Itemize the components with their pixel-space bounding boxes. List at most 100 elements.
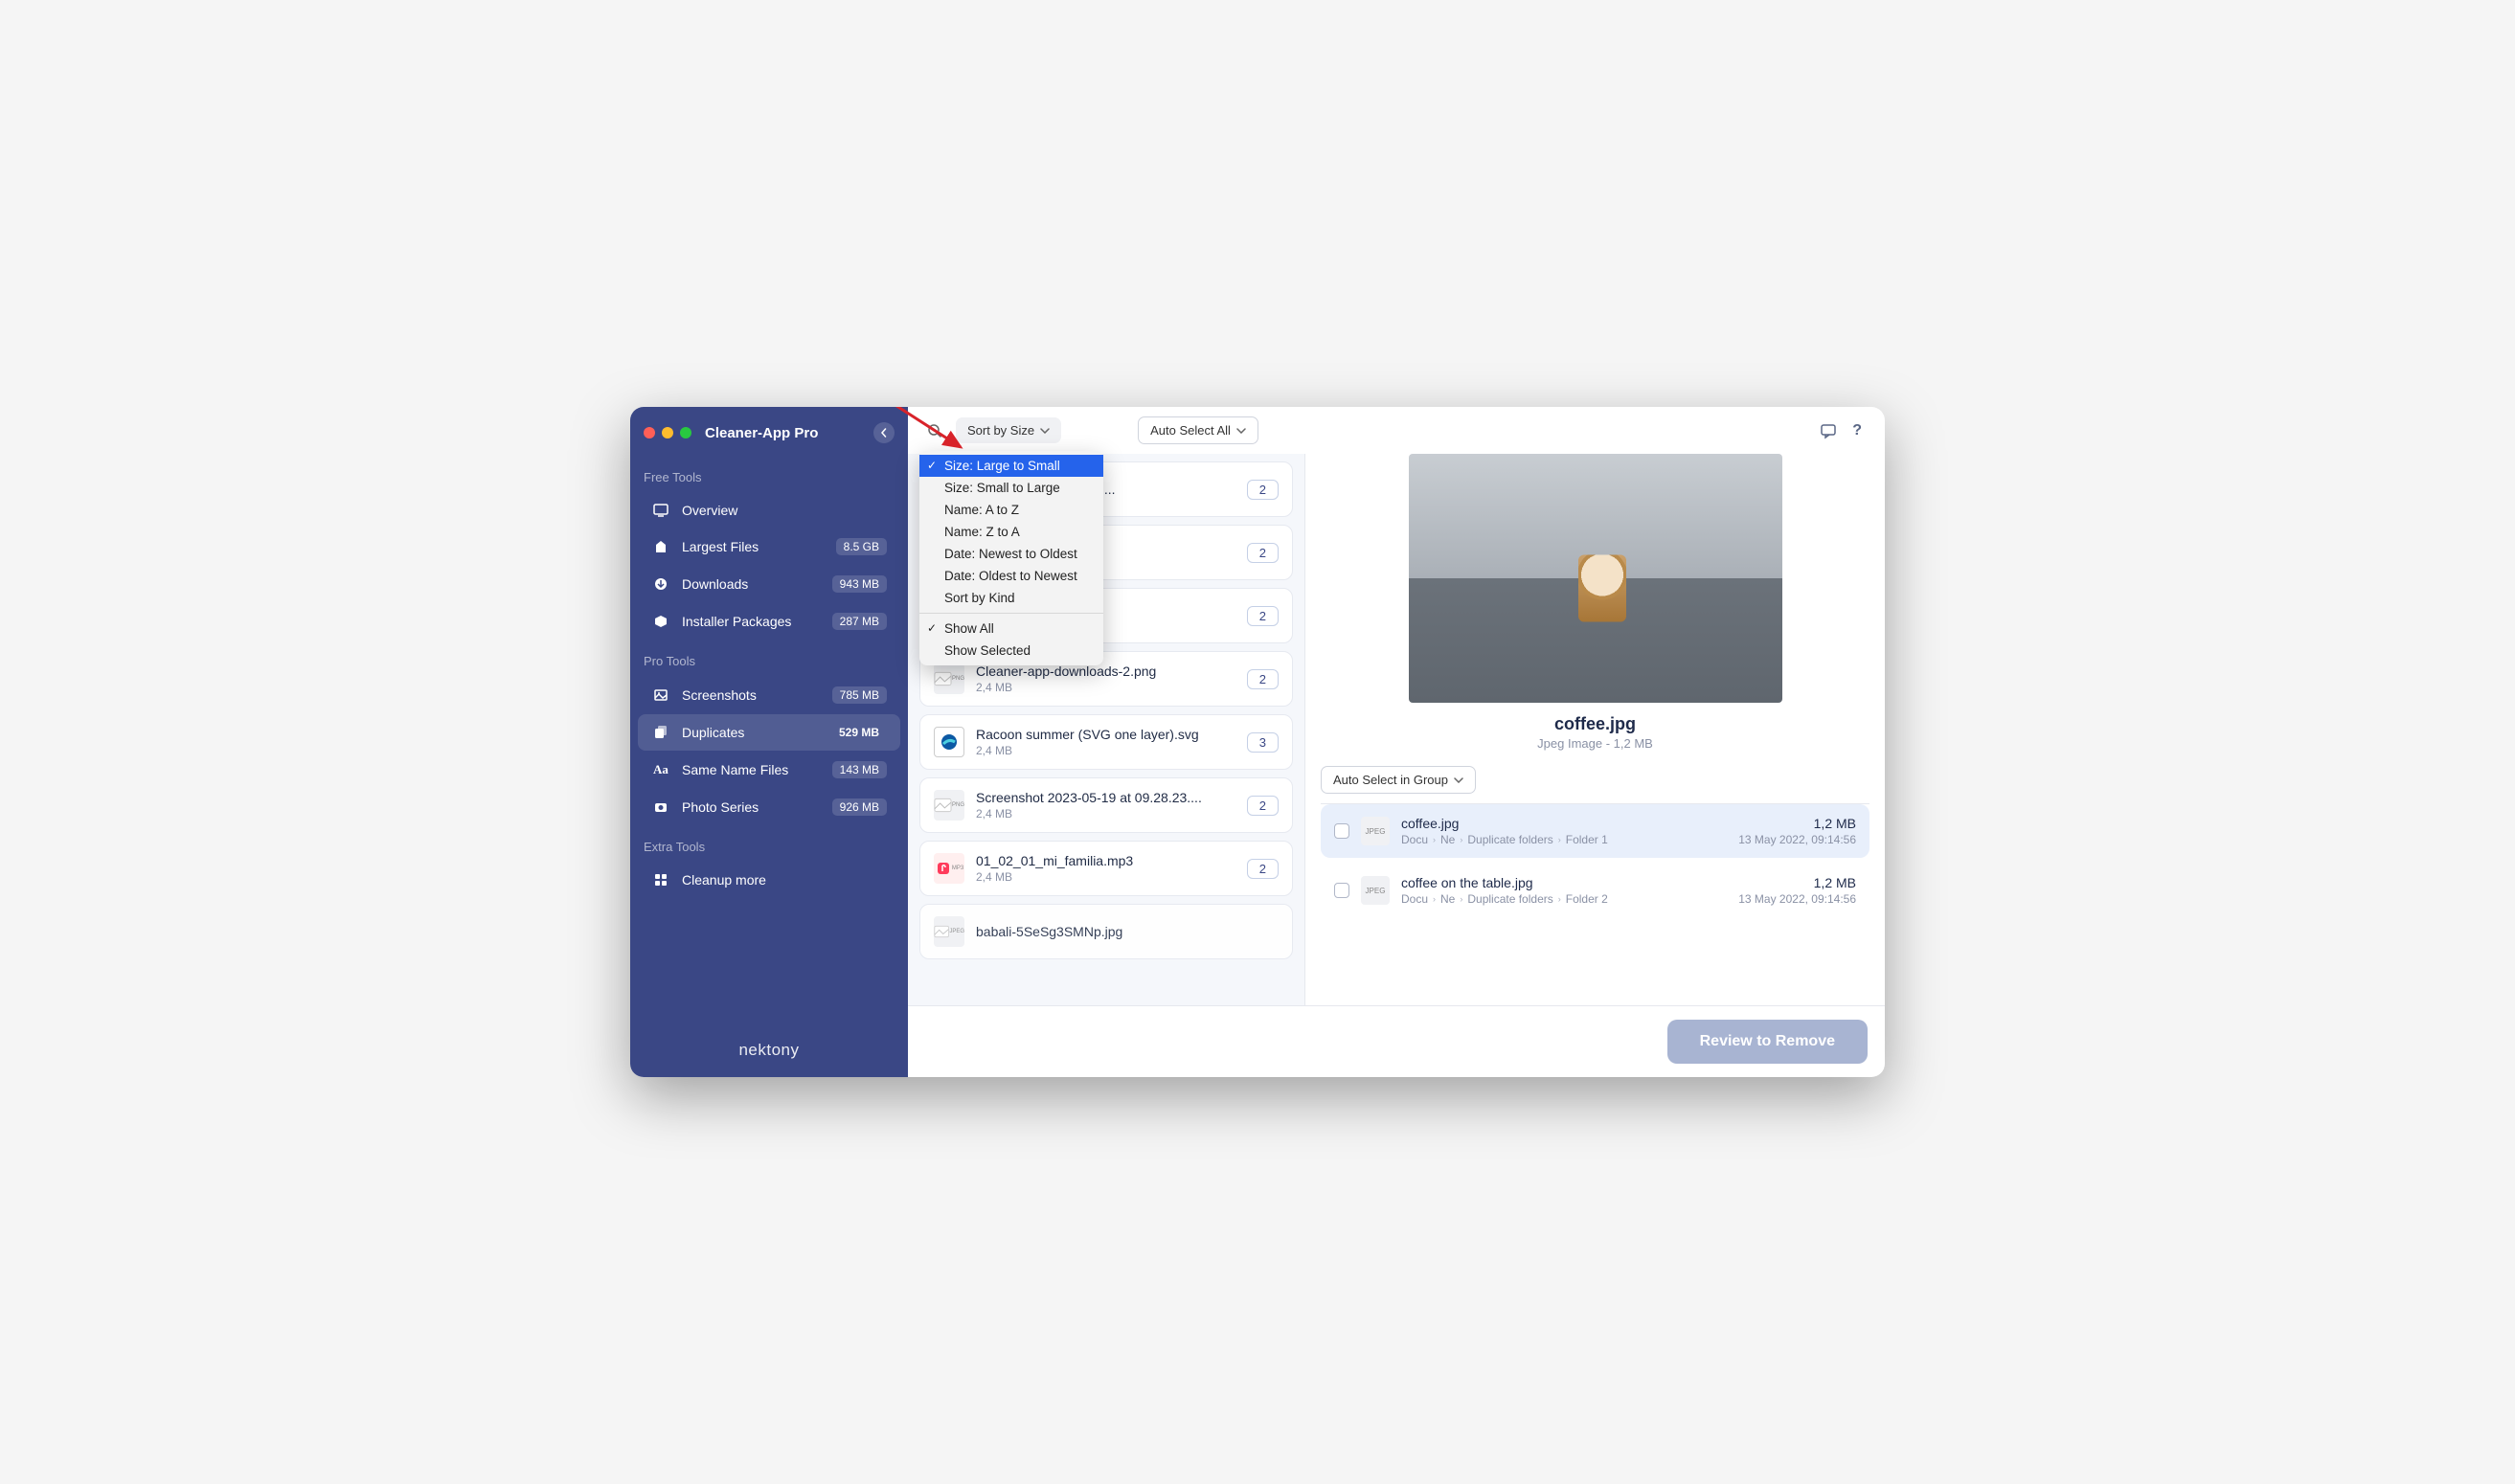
sidebar-item-label: Largest Files (682, 539, 836, 554)
screenshots-icon (651, 687, 670, 703)
sort-option[interactable]: Date: Oldest to Newest (919, 565, 1103, 587)
file-thumb: JPEG (934, 916, 964, 947)
duplicate-count-badge: 2 (1247, 669, 1279, 689)
duplicate-path: Docu›Ne›Duplicate folders›Folder 1 (1401, 833, 1727, 846)
search-icon[interactable] (923, 419, 946, 442)
photoseries-icon (651, 799, 670, 815)
duplicate-checkbox[interactable] (1334, 823, 1349, 839)
sort-option[interactable]: Name: Z to A (919, 521, 1103, 543)
file-thumb: PNG (934, 790, 964, 821)
preview-image (1409, 454, 1782, 703)
file-name: Cleaner-app-downloads-2.png (976, 663, 1235, 679)
duplicate-size: 1,2 MB (1738, 816, 1856, 831)
footer: Review to Remove (908, 1005, 1885, 1077)
sort-option[interactable]: Sort by Kind (919, 587, 1103, 609)
chevron-down-icon (1454, 777, 1463, 783)
sidebar-section-header: Free Tools (630, 457, 908, 492)
duplicate-row[interactable]: JPEG coffee.jpg Docu›Ne›Duplicate folders›… (1321, 804, 1869, 858)
duplicate-date: 13 May 2022, 09:14:56 (1738, 892, 1856, 906)
file-thumb: JPEG (1361, 817, 1390, 845)
cleanup-icon (651, 872, 670, 888)
chevron-down-icon (1040, 428, 1050, 434)
feedback-icon[interactable] (1820, 422, 1837, 439)
sort-button[interactable]: Sort by Size (956, 417, 1061, 443)
sidebar-item-badge: 926 MB (832, 798, 887, 816)
file-size: 2,4 MB (976, 807, 1235, 821)
sidebar-item-label: Photo Series (682, 799, 832, 815)
sidebar-item-label: Screenshots (682, 687, 832, 703)
app-window: Cleaner-App Pro Free ToolsOverviewLarges… (630, 407, 1885, 1077)
duplicate-row[interactable]: JPEG coffee on the table.jpgDocu›Ne›Dupli… (1321, 864, 1869, 917)
sidebar-item-downloads[interactable]: Downloads943 MB (638, 566, 900, 602)
brand-logo: nektony (630, 1023, 908, 1077)
review-to-remove-button[interactable]: Review to Remove (1667, 1020, 1868, 1064)
duplicate-count-badge: 2 (1247, 859, 1279, 879)
duplicate-size: 1,2 MB (1738, 875, 1856, 890)
file-name: 01_02_01_mi_familia.mp3 (976, 853, 1235, 868)
minimize-window-button[interactable] (662, 427, 673, 438)
preview-filename: coffee.jpg (1321, 714, 1869, 734)
sidebar-item-badge: 943 MB (832, 575, 887, 593)
sidebar-item-photo-series[interactable]: Photo Series926 MB (638, 789, 900, 825)
duplicate-filename: coffee on the table.jpg (1401, 875, 1727, 890)
file-row[interactable]: JPEG babali-5SeSg3SMNp.jpg (919, 904, 1293, 959)
sidebar-item-duplicates[interactable]: Duplicates529 MB (638, 714, 900, 751)
maximize-window-button[interactable] (680, 427, 691, 438)
duplicates-icon (651, 725, 670, 740)
file-name: babali-5SeSg3SMNp.jpg (976, 924, 1279, 939)
duplicate-date: 13 May 2022, 09:14:56 (1738, 833, 1856, 846)
file-info: Screenshot 2023-05-19 at 09.28.23....2,4… (976, 790, 1235, 821)
duplicate-count-badge: 2 (1247, 796, 1279, 816)
auto-select-in-group-button[interactable]: Auto Select in Group (1321, 766, 1476, 794)
duplicate-count-badge: 3 (1247, 732, 1279, 753)
sidebar-item-badge: 143 MB (832, 761, 887, 778)
sidebar-item-badge: 287 MB (832, 613, 887, 630)
sort-dropdown: Size: Large to SmallSize: Small to Large… (919, 451, 1103, 665)
filter-option[interactable]: Show Selected (919, 640, 1103, 662)
sidebar-item-cleanup-more[interactable]: Cleanup more (638, 863, 900, 897)
file-info: babali-5SeSg3SMNp.jpg (976, 924, 1279, 939)
close-window-button[interactable] (644, 427, 655, 438)
sidebar-item-screenshots[interactable]: Screenshots785 MB (638, 677, 900, 713)
sidebar: Cleaner-App Pro Free ToolsOverviewLarges… (630, 407, 908, 1077)
sort-option[interactable]: Name: A to Z (919, 499, 1103, 521)
file-size: 2,4 MB (976, 870, 1235, 884)
duplicate-count-badge: 2 (1247, 543, 1279, 563)
sort-option[interactable]: Date: Newest to Oldest (919, 543, 1103, 565)
preview-meta: Jpeg Image - 1,2 MB (1321, 736, 1869, 751)
overview-icon (651, 503, 670, 518)
sidebar-item-same-name-files[interactable]: Aa Same Name Files143 MB (638, 752, 900, 788)
file-row[interactable]: MP3 01_02_01_mi_familia.mp3 2,4 MB 2 (919, 841, 1293, 896)
file-info: Racoon summer (SVG one layer).svg2,4 MB (976, 727, 1235, 757)
file-info: 01_02_01_mi_familia.mp3 2,4 MB (976, 853, 1235, 884)
duplicate-filename: coffee.jpg (1401, 816, 1727, 831)
sidebar-item-overview[interactable]: Overview (638, 493, 900, 528)
duplicate-meta: 1,2 MB 13 May 2022, 09:14:56 (1738, 875, 1856, 906)
sidebar-item-label: Same Name Files (682, 762, 832, 777)
sidebar-item-badge: 785 MB (832, 686, 887, 704)
auto-select-in-group-label: Auto Select in Group (1333, 773, 1448, 787)
sidebar-item-largest-files[interactable]: Largest Files8.5 GB (638, 528, 900, 565)
sort-option[interactable]: Size: Large to Small (919, 455, 1103, 477)
file-thumb: MP3 (934, 853, 964, 884)
toolbar: Sort by Size Auto Select All ? (908, 407, 1885, 454)
auto-select-all-button[interactable]: Auto Select All (1138, 416, 1258, 444)
help-icon[interactable]: ? (1852, 422, 1862, 439)
sidebar-section-header: Pro Tools (630, 641, 908, 676)
file-row[interactable]: PNG Screenshot 2023-05-19 at 09.28.23....… (919, 777, 1293, 833)
file-thumb: JPEG (1361, 876, 1390, 905)
duplicate-count-badge: 2 (1247, 606, 1279, 626)
sidebar-item-installer-packages[interactable]: Installer Packages287 MB (638, 603, 900, 640)
back-button[interactable] (873, 422, 895, 443)
sort-option[interactable]: Size: Small to Large (919, 477, 1103, 499)
sidebar-item-label: Overview (682, 503, 887, 518)
duplicate-count-badge: 2 (1247, 480, 1279, 500)
file-row[interactable]: Racoon summer (SVG one layer).svg2,4 MB 3 (919, 714, 1293, 770)
file-size: 2,4 MB (976, 681, 1235, 694)
duplicate-info: coffee on the table.jpgDocu›Ne›Duplicate… (1401, 875, 1727, 906)
chevron-down-icon (1236, 428, 1246, 434)
duplicate-checkbox[interactable] (1334, 883, 1349, 898)
sidebar-item-label: Cleanup more (682, 872, 887, 888)
samename-icon: Aa (651, 762, 670, 777)
filter-option[interactable]: Show All (919, 618, 1103, 640)
